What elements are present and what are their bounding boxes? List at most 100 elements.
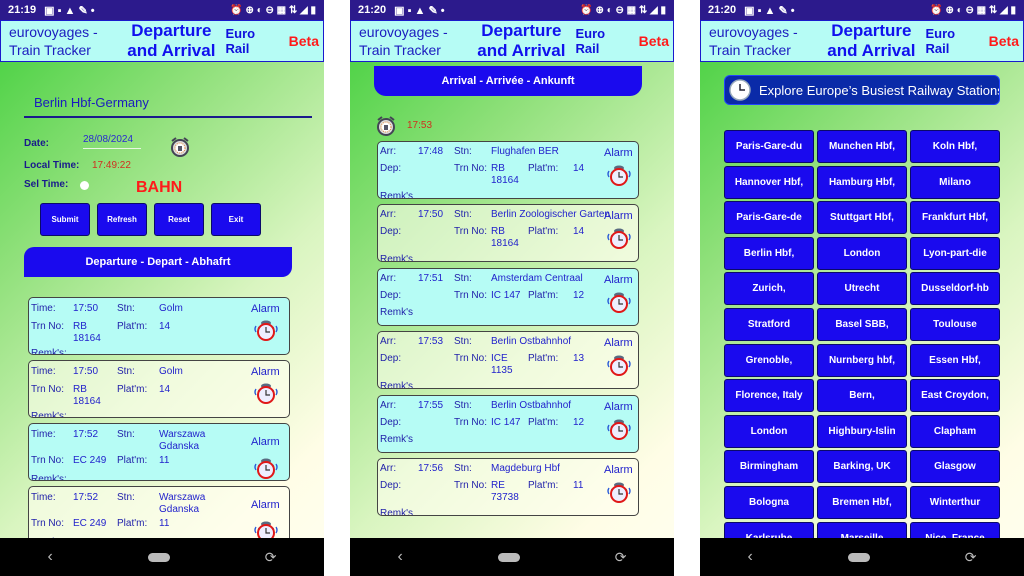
- title-line1: Departure: [831, 21, 912, 40]
- station-button[interactable]: Grenoble,: [724, 343, 814, 377]
- alarm-icon[interactable]: [253, 316, 279, 342]
- alarm-icon[interactable]: [606, 351, 632, 377]
- arrival-card[interactable]: Arr: 17:48 Stn: Flughafen BER Dep: Trn No: RB 1…: [377, 141, 639, 199]
- station-button[interactable]: Birmingham: [724, 450, 814, 484]
- home-icon[interactable]: [497, 552, 520, 562]
- alarm-icon[interactable]: [606, 415, 632, 441]
- status-bar: 21:20 ▣ ▪ ▲ ✎ • ⏰ ⊕ ◐ ⊖ ▦ ⇅ ◢ ▮: [700, 0, 1024, 20]
- departure-card[interactable]: Time: 17:52 Stn: Warszawa Gdanska Trn No: EC 2…: [28, 486, 290, 544]
- remarks-label: Remk's: [380, 306, 414, 318]
- alarm-icon[interactable]: [253, 454, 279, 480]
- back-icon[interactable]: ‹: [397, 548, 402, 566]
- alarm-icon[interactable]: [253, 379, 279, 405]
- station-button[interactable]: Hannover Hbf,: [724, 165, 814, 199]
- station-button[interactable]: Milano: [910, 165, 1000, 199]
- rotate-icon[interactable]: ⟳: [965, 549, 977, 566]
- station-input[interactable]: Berlin Hbf-Germany: [24, 92, 312, 118]
- station-button[interactable]: Basel SBB,: [817, 307, 907, 341]
- platform-label: Plat'm:: [528, 163, 559, 174]
- station-button[interactable]: Toulouse: [910, 307, 1000, 341]
- train-no-label: Trn No:: [454, 226, 487, 238]
- platform-value: 12: [573, 289, 585, 301]
- station-button[interactable]: Barking, UK: [817, 450, 907, 484]
- station-button[interactable]: London: [817, 236, 907, 270]
- station-button[interactable]: Paris-Gare-du: [724, 130, 814, 163]
- nav-bar: ‹ ⟳: [350, 538, 674, 576]
- station-button[interactable]: Lyon-part-die: [910, 236, 1000, 270]
- station-button[interactable]: Koln Hbf,: [910, 130, 1000, 163]
- arrival-card[interactable]: Arr: 17:51 Stn: Amsterdam Centraal Dep: Trn N…: [377, 267, 639, 326]
- arr-label: Arr:: [380, 146, 397, 157]
- station-button[interactable]: Utrecht: [817, 272, 907, 306]
- station-label: Stn:: [454, 209, 472, 221]
- reset-button[interactable]: Reset: [154, 203, 204, 236]
- platform-label: Plat'm:: [117, 384, 148, 395]
- station-button[interactable]: Bremen Hbf,: [817, 485, 907, 519]
- arr-label: Arr:: [380, 272, 397, 284]
- arrival-card[interactable]: Arr: 17:50 Stn: Berlin Zoologischer Garten D…: [377, 204, 639, 263]
- rotate-icon[interactable]: ⟳: [615, 549, 627, 566]
- arrival-card[interactable]: Arr: 17:56 Stn: Magdeburg Hbf Dep: Trn No: RE 7…: [377, 458, 639, 516]
- departure-card[interactable]: Time: 17:50 Stn: Golm Trn No: RB 18164 Plat'm: 1…: [28, 297, 290, 355]
- title-line2: and Arrival: [127, 41, 216, 60]
- date-field[interactable]: 28/08/2024: [83, 134, 141, 149]
- arr-label: Arr:: [380, 336, 397, 348]
- station-button[interactable]: Paris-Gare-de: [724, 201, 814, 235]
- departure-card[interactable]: Time: 17:50 Stn: Golm Trn No: RB 18164 Plat'm: 1…: [28, 360, 290, 418]
- platform-value: 11: [573, 480, 584, 491]
- alarm-icon[interactable]: [606, 224, 632, 250]
- train-no-label: Trn No:: [31, 518, 64, 529]
- dep-label: Dep:: [380, 416, 402, 428]
- station-button[interactable]: Winterthur: [910, 485, 1000, 519]
- station-button[interactable]: Dusseldorf-hb: [910, 272, 1000, 306]
- station-button[interactable]: Munchen Hbf,: [817, 130, 907, 163]
- platform-value: 14: [159, 321, 171, 332]
- station-label: Stn:: [454, 146, 472, 157]
- rotate-icon[interactable]: ⟳: [265, 549, 277, 566]
- station-button[interactable]: Berlin Hbf,: [724, 236, 814, 270]
- station-button[interactable]: Zurich,: [724, 272, 814, 306]
- home-icon[interactable]: [847, 552, 870, 562]
- station-button[interactable]: Highbury-Islin: [817, 414, 907, 448]
- alarm-clock-icon[interactable]: [168, 135, 192, 159]
- explore-stations-button[interactable]: Explore Europe’s Busiest Railway Station…: [724, 75, 1000, 105]
- exit-button[interactable]: Exit: [211, 203, 261, 236]
- alarm-label: Alarm: [604, 400, 633, 413]
- station-button[interactable]: Frankfurt Hbf,: [910, 201, 1000, 235]
- station-button[interactable]: London: [724, 414, 814, 448]
- station-button[interactable]: Stuttgart Hbf,: [817, 201, 907, 235]
- alarm-label: Alarm: [604, 464, 633, 476]
- home-icon[interactable]: [147, 552, 170, 562]
- app-name-line1: eurovoyages -: [9, 24, 98, 40]
- train-no: EC 249: [73, 518, 107, 529]
- station-button[interactable]: Nurnberg hbf,: [817, 343, 907, 377]
- station-name: Flughafen BER: [491, 146, 559, 157]
- station-button[interactable]: Essen Hbf,: [910, 343, 1000, 377]
- submit-button[interactable]: Submit: [40, 203, 90, 236]
- arrival-card[interactable]: Arr: 17:53 Stn: Berlin Ostbahnhof Dep: Trn No…: [377, 331, 639, 390]
- train-no: RE: [491, 480, 505, 491]
- station-button[interactable]: Bologna: [724, 485, 814, 519]
- alarm-icon[interactable]: [606, 288, 632, 314]
- platform-label: Plat'm:: [528, 289, 559, 301]
- station-button[interactable]: East Croydon,: [910, 379, 1000, 413]
- departure-card[interactable]: Time: 17:52 Stn: Warszawa Gdanska Trn No: EC 2…: [28, 423, 290, 481]
- refresh-button[interactable]: Refresh: [97, 203, 147, 236]
- alarm-clock-icon[interactable]: [374, 114, 398, 138]
- station-label: Stn:: [454, 399, 472, 411]
- station-name: Magdeburg Hbf: [491, 463, 560, 474]
- station-button[interactable]: Clapham: [910, 414, 1000, 448]
- station-button[interactable]: Bern,: [817, 379, 907, 413]
- alarm-icon[interactable]: [606, 161, 632, 187]
- station-button[interactable]: Stratford: [724, 307, 814, 341]
- alarm-icon[interactable]: [606, 478, 632, 504]
- arrival-card[interactable]: Arr: 17:55 Stn: Berlin Ostbahnhof Dep: Trn No…: [377, 394, 639, 453]
- station-button[interactable]: Hamburg Hbf,: [817, 165, 907, 199]
- station-button[interactable]: Florence, Italy: [724, 379, 814, 413]
- station-button[interactable]: Glasgow: [910, 450, 1000, 484]
- sel-time-toggle[interactable]: [80, 181, 89, 190]
- back-icon[interactable]: ‹: [747, 548, 752, 566]
- train-no-label: Trn No:: [31, 321, 64, 332]
- app-name-line2: Train Tracker: [359, 42, 441, 58]
- back-icon[interactable]: ‹: [47, 548, 52, 566]
